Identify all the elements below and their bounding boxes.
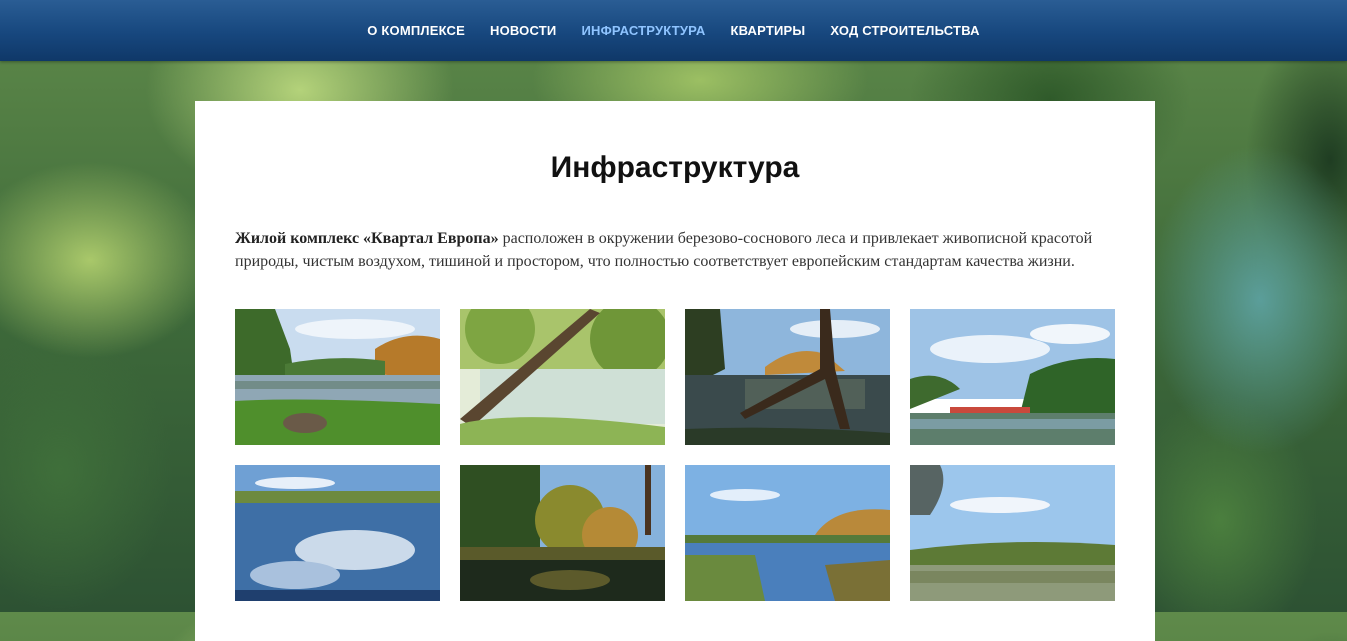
lake-cloud-reflection-photo[interactable] — [235, 465, 440, 601]
content-card: Инфраструктура Жилой комплекс «Квартал Е… — [195, 101, 1155, 641]
nav-item-apartments[interactable]: КВАРТИРЫ — [730, 23, 805, 38]
leaning-tree-over-water-photo[interactable] — [460, 309, 665, 445]
autumn-trees-pond-photo[interactable] — [460, 465, 665, 601]
lake-with-reeds-photo[interactable] — [685, 465, 890, 601]
nav-item-construction-progress[interactable]: ХОД СТРОИТЕЛЬСТВА — [830, 23, 979, 38]
nav-item-about[interactable]: О КОМПЛЕКСЕ — [367, 23, 465, 38]
wide-lake-view-photo[interactable] — [910, 465, 1115, 601]
top-navigation: О КОМПЛЕКСЕ НОВОСТИ ИНФРАСТРУКТУРА КВАРТ… — [0, 0, 1347, 61]
lake-with-grassy-shore-photo[interactable] — [235, 309, 440, 445]
lake-with-boat-photo[interactable] — [910, 309, 1115, 445]
intro-paragraph: Жилой комплекс «Квартал Европа» располож… — [235, 227, 1120, 273]
intro-bold-name: Жилой комплекс «Квартал Европа» — [235, 230, 499, 247]
page-title: Инфраструктура — [550, 151, 800, 184]
fallen-tree-in-lake-photo[interactable] — [685, 309, 890, 445]
nav-item-infrastructure[interactable]: ИНФРАСТРУКТУРА — [581, 23, 705, 38]
nav-menu: О КОМПЛЕКСЕ НОВОСТИ ИНФРАСТРУКТУРА КВАРТ… — [367, 22, 979, 40]
photo-gallery — [235, 309, 1115, 601]
nav-item-news[interactable]: НОВОСТИ — [490, 23, 556, 38]
